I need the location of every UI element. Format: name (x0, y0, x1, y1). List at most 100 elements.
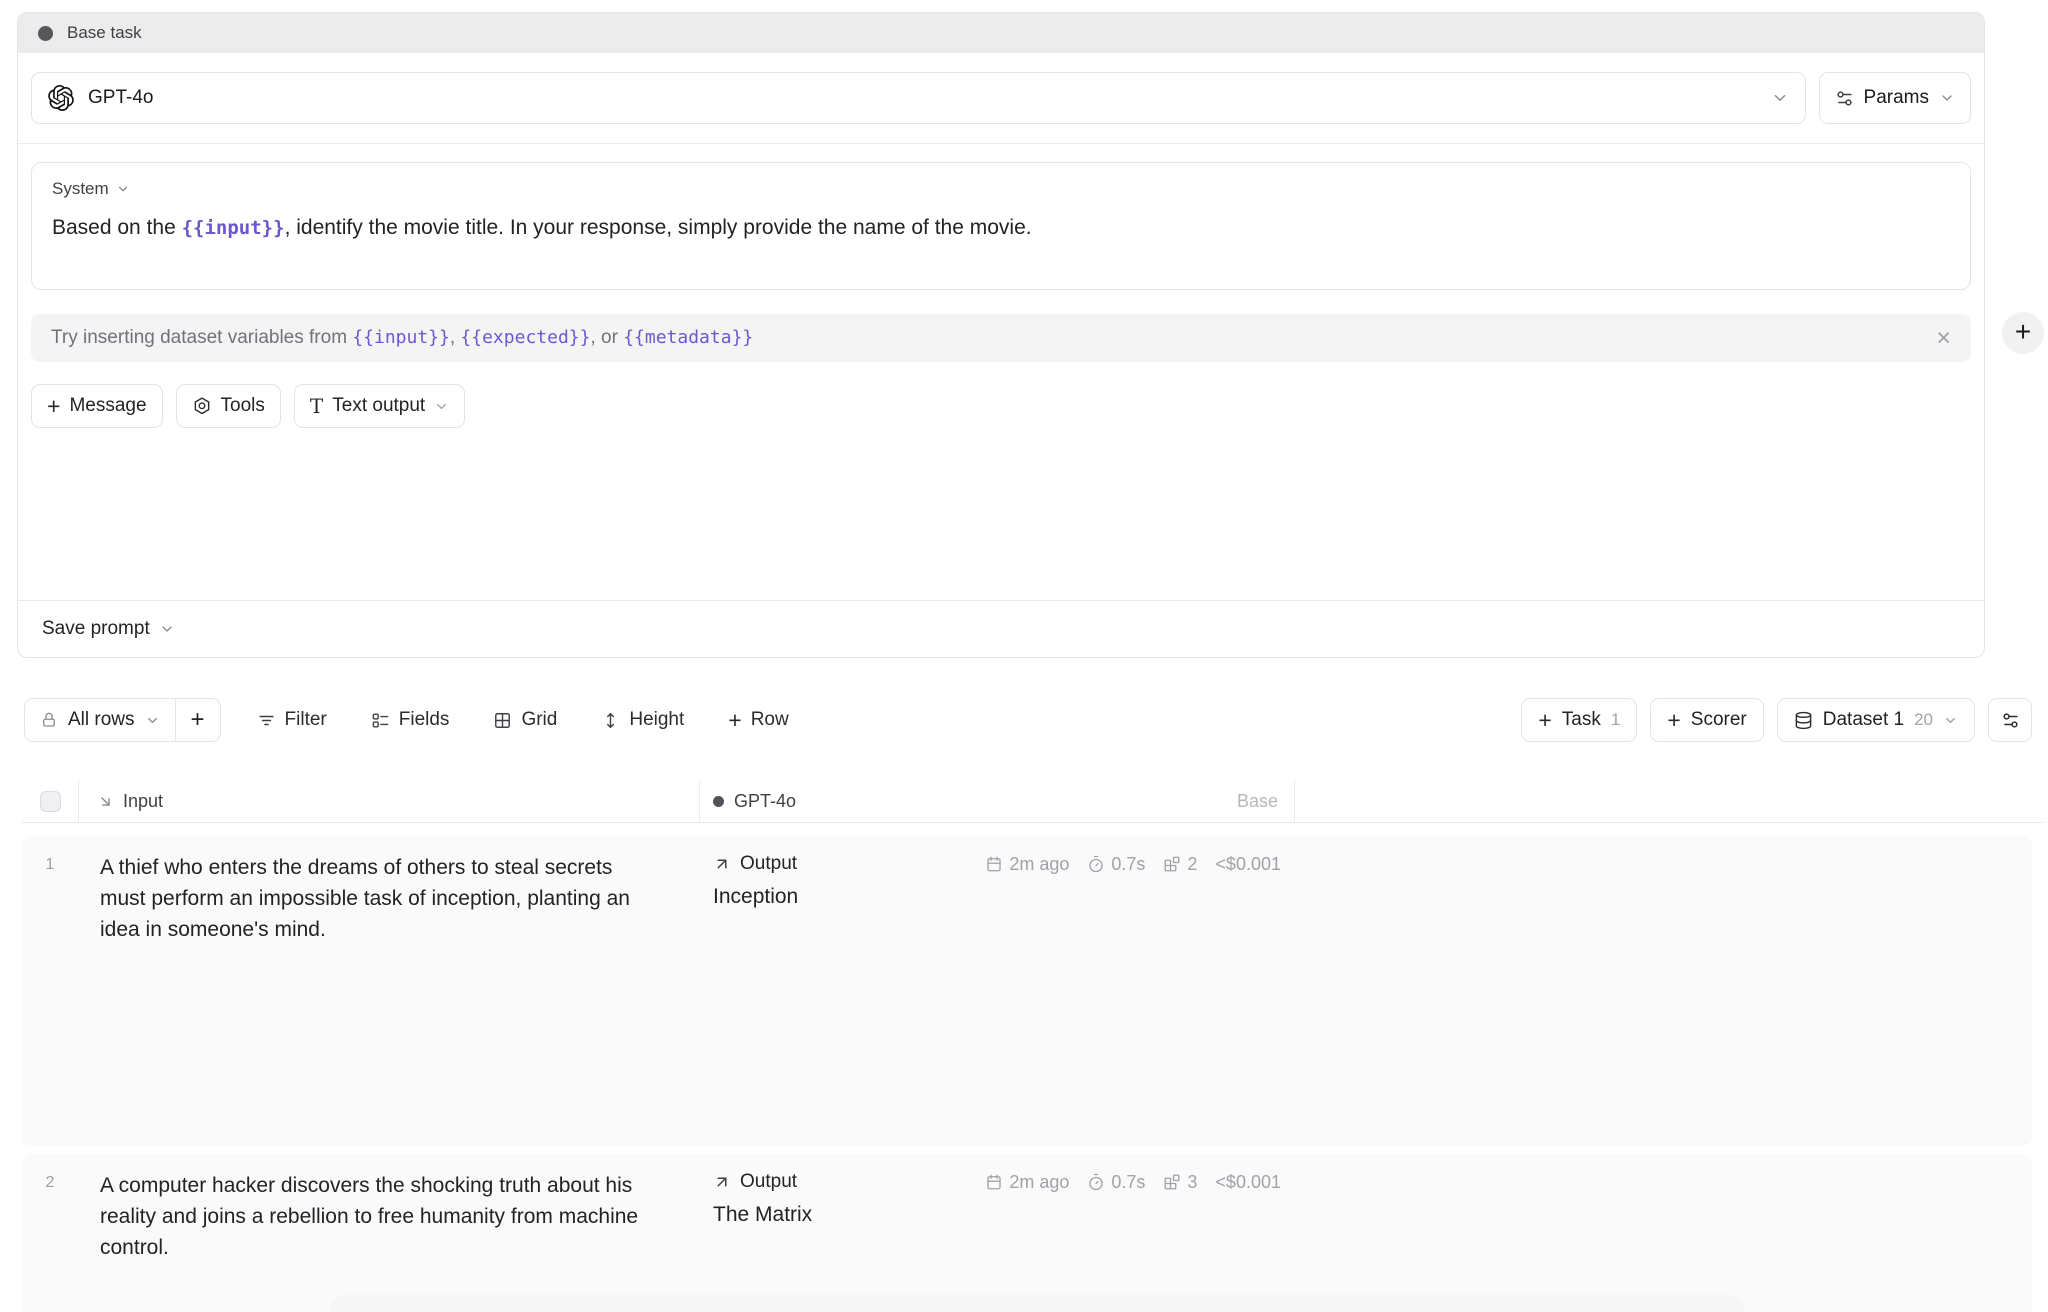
add-message-button[interactable]: + Message (31, 384, 163, 428)
task-count-badge: 1 (1611, 710, 1620, 730)
duration: 0.7s (1087, 854, 1145, 875)
text-output-label: Text output (332, 395, 425, 417)
tools-label: Tools (221, 395, 265, 417)
grid-label: Grid (521, 709, 557, 731)
output-cell[interactable]: Output 2m ago 0.7 (700, 836, 1295, 1146)
lock-icon (40, 711, 58, 729)
dataset-variables-hint: Try inserting dataset variables from {{i… (31, 314, 1971, 362)
column-header-model[interactable]: GPT-4o Base (700, 780, 1295, 822)
chevron-down-icon (1939, 90, 1955, 106)
duration: 0.7s (1087, 1172, 1145, 1193)
database-icon (1794, 711, 1813, 730)
run-metadata: 2m ago 0.7s 2 (985, 854, 1281, 875)
fields-icon (371, 711, 390, 730)
model-select[interactable]: GPT-4o (31, 72, 1806, 124)
plus-icon: + (1538, 709, 1551, 732)
prompt-text-before: Based on the (52, 216, 182, 239)
input-cell[interactable]: A thief who enters the dreams of others … (78, 836, 700, 1146)
prompt-actions: + Message Tools T Text output (31, 384, 1971, 428)
variant-label: Base (1237, 791, 1278, 812)
output-value: The Matrix (713, 1203, 1281, 1227)
plus-icon: + (728, 709, 741, 732)
arrow-up-right-icon (713, 855, 731, 873)
prompt-body: System Based on the {{input}}, identify … (18, 144, 1984, 600)
select-all-checkbox[interactable] (40, 791, 61, 812)
add-task-label: Task (1562, 709, 1601, 731)
input-variable-token: {{input}} (352, 327, 450, 348)
row-height-button[interactable]: Height (587, 698, 698, 742)
table-header: Input GPT-4o Base (22, 780, 2044, 823)
save-prompt-button[interactable]: Save prompt (42, 618, 175, 640)
metadata-variable-token: {{metadata}} (623, 327, 753, 348)
view-controls: Filter Fields Grid Height (243, 698, 803, 742)
results-table-section: All rows + Filter Fields (0, 698, 2048, 1312)
role-label: System (52, 179, 109, 199)
plus-icon: + (47, 395, 60, 418)
hint-text: Try inserting dataset variables from {{i… (51, 327, 753, 349)
system-message-editor[interactable]: System Based on the {{input}}, identify … (31, 162, 1971, 290)
task-title: Base task (67, 23, 142, 43)
add-message-label: Message (69, 395, 146, 417)
output-cell[interactable]: Output 2m ago 0.7 (700, 1154, 1295, 1312)
prompt-text-after: , identify the movie title. In your resp… (285, 216, 1032, 239)
tools-button[interactable]: Tools (176, 384, 281, 428)
input-cell[interactable]: A computer hacker discovers the shocking… (78, 1154, 700, 1312)
close-icon[interactable]: × (1936, 326, 1951, 351)
select-all-column (22, 780, 78, 822)
tokens-icon (1163, 1173, 1181, 1191)
rows-scope-control: All rows + (24, 698, 221, 742)
grid-button[interactable]: Grid (479, 698, 571, 742)
output-value: Inception (713, 885, 1281, 909)
params-button[interactable]: Params (1819, 72, 1971, 124)
model-name: GPT-4o (88, 87, 153, 109)
height-arrows-icon (601, 711, 620, 730)
expected-variable-token: {{expected}} (460, 327, 590, 348)
dataset-select[interactable]: Dataset 1 20 (1777, 698, 1975, 742)
chevron-down-icon (1943, 713, 1958, 728)
arrow-down-right-icon (97, 793, 114, 810)
stopwatch-icon (1087, 1173, 1105, 1191)
filter-button[interactable]: Filter (243, 698, 341, 742)
table-settings-button[interactable] (1988, 698, 2032, 742)
text-output-button[interactable]: T Text output (294, 384, 465, 428)
timestamp: 2m ago (985, 854, 1069, 875)
table-toolbar-right: + Task 1 + Scorer Dataset 1 20 (1521, 698, 2032, 742)
timestamp: 2m ago (985, 1172, 1069, 1193)
add-scope-button[interactable]: + (176, 699, 220, 741)
grid-icon (493, 711, 512, 730)
cost: <$0.001 (1215, 1172, 1281, 1193)
all-rows-select[interactable]: All rows (25, 699, 175, 741)
add-scorer-button[interactable]: + Scorer (1650, 698, 1763, 742)
row-index: 2 (22, 1154, 78, 1312)
params-label: Params (1864, 87, 1929, 109)
add-row-label: Row (751, 709, 789, 731)
tokens-icon (1163, 855, 1181, 873)
add-row-button[interactable]: + Row (714, 698, 802, 742)
output-label: Output (740, 853, 797, 875)
dataset-label: Dataset 1 (1823, 709, 1904, 731)
dataset-count-badge: 20 (1914, 710, 1933, 730)
run-metadata: 2m ago 0.7s 3 (985, 1172, 1281, 1193)
floating-bar-peek (330, 1295, 1745, 1312)
chevron-down-icon (1771, 89, 1789, 107)
cost: <$0.001 (1215, 854, 1281, 875)
stopwatch-icon (1087, 855, 1105, 873)
openai-logo-icon (48, 85, 74, 111)
add-task-fab-button[interactable]: + (2002, 312, 2044, 354)
add-task-button[interactable]: + Task 1 (1521, 698, 1637, 742)
model-row: GPT-4o Params (18, 53, 1984, 144)
sliders-icon (2001, 711, 2020, 730)
chevron-down-icon (145, 713, 160, 728)
table-row: 1 A thief who enters the dreams of other… (22, 836, 2032, 1146)
input-variable-token: {{input}} (182, 217, 285, 239)
fields-button[interactable]: Fields (357, 698, 464, 742)
column-header-input[interactable]: Input (78, 780, 700, 822)
plus-icon: + (1667, 709, 1680, 732)
token-count: 2 (1163, 854, 1197, 875)
message-role-select[interactable]: System (52, 179, 130, 199)
filter-label: Filter (285, 709, 327, 731)
prompt-textarea[interactable]: Based on the {{input}}, identify the mov… (52, 216, 1950, 240)
task-status-icon (38, 26, 53, 41)
prompt-panel: Base task GPT-4o Params System (17, 12, 1985, 658)
table-rows: 1 A thief who enters the dreams of other… (22, 836, 2032, 1312)
